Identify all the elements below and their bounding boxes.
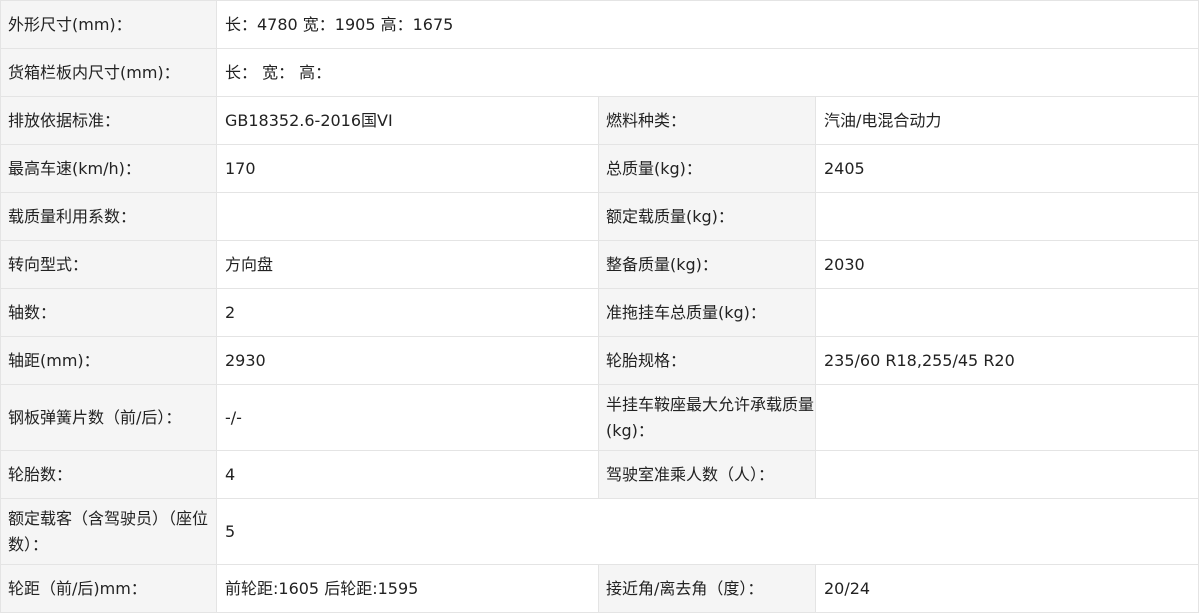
spec-value-cargo-box: 长： 宽： 高： <box>215 48 1200 97</box>
vehicle-spec-table: 外形尺寸(mm)： 长：4780 宽：1905 高：1675 货箱栏板内尺寸(m… <box>0 0 1200 613</box>
table-row: 载质量利用系数： 额定载质量(kg)： <box>0 192 1200 241</box>
spec-label-curb-mass: 整备质量(kg)： <box>598 240 816 289</box>
spec-label-trailer-mass: 准拖挂车总质量(kg)： <box>598 288 816 337</box>
table-row: 排放依据标准： GB18352.6-2016国VI 燃料种类： 汽油/电混合动力 <box>0 96 1200 145</box>
spec-value-seating-capacity: 5 <box>215 498 1200 565</box>
spec-value-fuel-type: 汽油/电混合动力 <box>814 96 1200 145</box>
spec-value-rated-load <box>814 192 1200 241</box>
spec-value-tire-spec: 235/60 R18,255/45 R20 <box>814 336 1200 385</box>
spec-label-wheelbase: 轴距(mm)： <box>0 336 217 385</box>
spec-value-wheelbase: 2930 <box>216 336 599 385</box>
spec-value-tire-count: 4 <box>216 450 599 499</box>
spec-label-max-speed: 最高车速(km/h)： <box>0 144 217 193</box>
spec-label-leaf-springs: 钢板弹簧片数（前/后）： <box>0 384 217 451</box>
table-row: 外形尺寸(mm)： 长：4780 宽：1905 高：1675 <box>0 0 1200 49</box>
spec-label-gross-mass: 总质量(kg)： <box>598 144 816 193</box>
table-row: 轴距(mm)： 2930 轮胎规格： 235/60 R18,255/45 R20 <box>0 336 1200 385</box>
spec-value-approach-departure: 20/24 <box>814 564 1200 613</box>
spec-value-axle-count: 2 <box>216 288 599 337</box>
table-row: 货箱栏板内尺寸(mm)： 长： 宽： 高： <box>0 48 1200 97</box>
spec-label-saddle-load: 半挂车鞍座最大允许承载质量(kg)： <box>598 384 816 451</box>
spec-label-dimensions: 外形尺寸(mm)： <box>0 0 217 49</box>
spec-value-dimensions: 长：4780 宽：1905 高：1675 <box>215 0 1200 49</box>
spec-label-seating-capacity: 额定载客（含驾驶员）（座位数）： <box>0 498 217 565</box>
spec-value-trailer-mass <box>814 288 1200 337</box>
table-row: 转向型式： 方向盘 整备质量(kg)： 2030 <box>0 240 1200 289</box>
table-row: 钢板弹簧片数（前/后）： -/- 半挂车鞍座最大允许承载质量(kg)： <box>0 384 1200 451</box>
spec-value-saddle-load <box>814 384 1200 451</box>
table-row: 轮距（前/后)mm： 前轮距:1605 后轮距:1595 接近角/离去角（度）：… <box>0 564 1200 613</box>
spec-value-leaf-springs: -/- <box>216 384 599 451</box>
spec-value-max-speed: 170 <box>216 144 599 193</box>
spec-label-tire-spec: 轮胎规格： <box>598 336 816 385</box>
spec-value-load-coefficient <box>216 192 599 241</box>
table-row: 轴数： 2 准拖挂车总质量(kg)： <box>0 288 1200 337</box>
spec-value-curb-mass: 2030 <box>814 240 1200 289</box>
table-row: 额定载客（含驾驶员）（座位数）： 5 <box>0 498 1200 565</box>
spec-label-fuel-type: 燃料种类： <box>598 96 816 145</box>
spec-value-emission-standard: GB18352.6-2016国VI <box>216 96 599 145</box>
spec-label-axle-count: 轴数： <box>0 288 217 337</box>
spec-value-steering: 方向盘 <box>216 240 599 289</box>
spec-label-cab-occupants: 驾驶室准乘人数（人）： <box>598 450 816 499</box>
spec-label-emission-standard: 排放依据标准： <box>0 96 217 145</box>
spec-label-track-width: 轮距（前/后)mm： <box>0 564 217 613</box>
spec-label-rated-load: 额定载质量(kg)： <box>598 192 816 241</box>
spec-label-cargo-box: 货箱栏板内尺寸(mm)： <box>0 48 217 97</box>
spec-label-load-coefficient: 载质量利用系数： <box>0 192 217 241</box>
spec-label-steering: 转向型式： <box>0 240 217 289</box>
spec-label-tire-count: 轮胎数： <box>0 450 217 499</box>
spec-label-approach-departure: 接近角/离去角（度）： <box>598 564 816 613</box>
spec-value-cab-occupants <box>814 450 1200 499</box>
spec-value-track-width: 前轮距:1605 后轮距:1595 <box>216 564 599 613</box>
spec-value-gross-mass: 2405 <box>814 144 1200 193</box>
table-row: 最高车速(km/h)： 170 总质量(kg)： 2405 <box>0 144 1200 193</box>
table-row: 轮胎数： 4 驾驶室准乘人数（人）： <box>0 450 1200 499</box>
